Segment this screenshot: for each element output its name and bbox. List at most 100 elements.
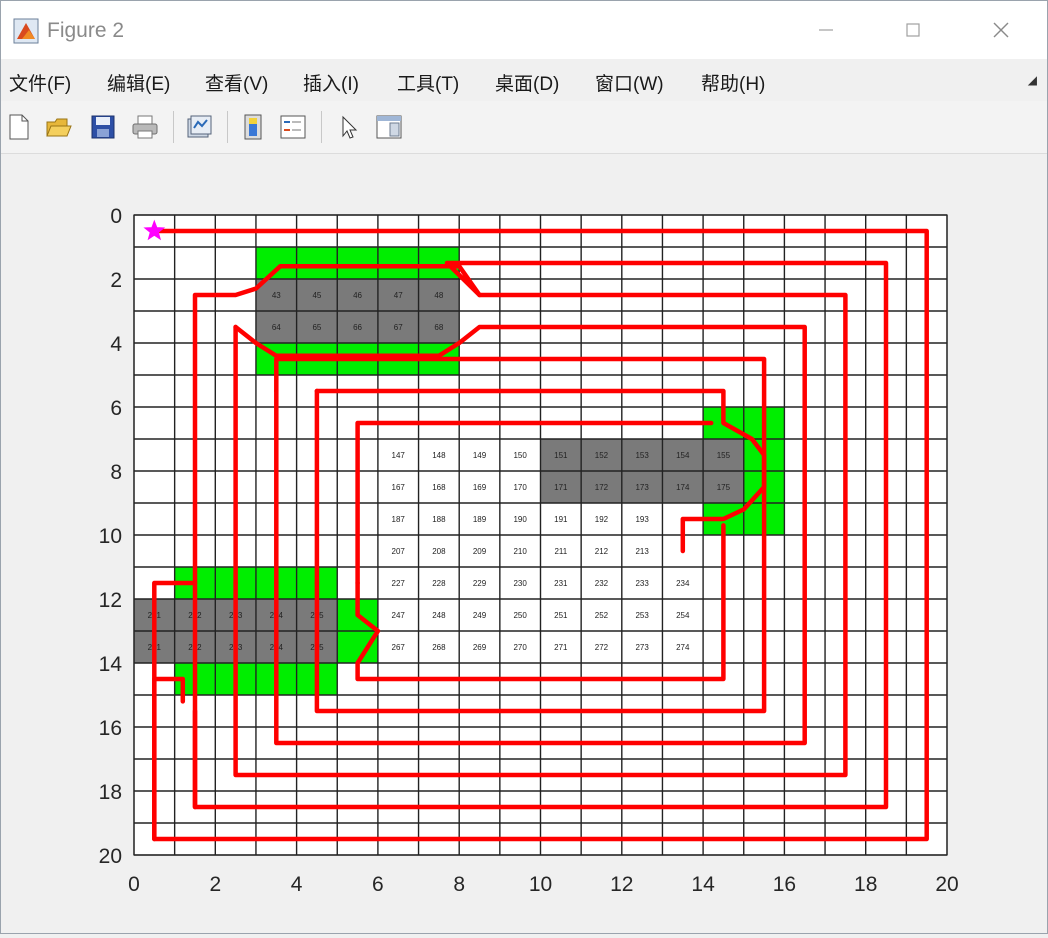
x-tick-label: 2 (209, 873, 221, 896)
menu-insert[interactable]: 插入(I) (303, 69, 359, 96)
menu-window[interactable]: 窗口(W) (595, 69, 664, 96)
title-bar[interactable]: Figure 2 (1, 1, 1047, 59)
property-inspector-icon (376, 115, 402, 139)
x-tick-label: 8 (453, 873, 465, 896)
y-tick-label: 8 (110, 461, 122, 484)
close-icon (993, 22, 1009, 38)
toolbar-separator (321, 111, 322, 143)
x-tick-label: 12 (610, 873, 633, 896)
cell-label: 213 (635, 547, 649, 556)
figure-window: Figure 2 文件(F) 编辑(E) 查看(V) 插入(I) 工具(T) 桌… (0, 0, 1048, 934)
y-tick-label: 20 (99, 845, 122, 868)
minimize-button[interactable] (796, 9, 856, 51)
cell-label: 191 (554, 515, 568, 524)
cell-label: 148 (432, 451, 446, 460)
menu-edit[interactable]: 编辑(E) (107, 69, 170, 96)
cell-label: 48 (434, 291, 443, 300)
link-plot-icon (187, 115, 212, 138)
cell-label: 229 (473, 579, 487, 588)
menu-view[interactable]: 查看(V) (205, 69, 268, 96)
cell-label: 170 (513, 483, 527, 492)
cell-label: 270 (513, 643, 527, 652)
cell-label: 147 (392, 451, 406, 460)
cell-label: 269 (473, 643, 487, 652)
cell-label: 68 (434, 323, 443, 332)
insert-colorbar-icon (244, 114, 262, 140)
insert-colorbar-button[interactable] (237, 111, 269, 143)
cell-label: 267 (392, 643, 406, 652)
close-button[interactable] (971, 9, 1031, 51)
x-tick-label: 6 (372, 873, 384, 896)
cell-label: 43 (272, 291, 281, 300)
cell-label: 253 (635, 611, 649, 620)
save-button[interactable] (87, 111, 119, 143)
cell-label: 172 (595, 483, 609, 492)
cell-label: 230 (513, 579, 527, 588)
cell-label: 231 (554, 579, 568, 588)
cell-label: 271 (554, 643, 568, 652)
cell-label: 274 (676, 643, 690, 652)
cell-label: 192 (595, 515, 609, 524)
cell-label: 168 (432, 483, 446, 492)
cell-label: 227 (392, 579, 406, 588)
menu-file[interactable]: 文件(F) (9, 69, 71, 96)
menu-desktop[interactable]: 桌面(D) (495, 69, 559, 96)
cell-label: 207 (392, 547, 406, 556)
x-tick-label: 10 (529, 873, 552, 896)
cell-label: 64 (272, 323, 281, 332)
x-tick-label: 14 (691, 873, 715, 896)
cell-label: 187 (392, 515, 406, 524)
y-tick-label: 2 (110, 269, 122, 292)
cell-label: 268 (432, 643, 446, 652)
y-tick-label: 14 (99, 653, 123, 676)
x-tick-label: 20 (935, 873, 958, 896)
menu-overflow-icon[interactable]: ◢ (1028, 73, 1037, 87)
insert-legend-button[interactable] (277, 111, 309, 143)
cell-label: 45 (312, 291, 321, 300)
menu-bar: 文件(F) 编辑(E) 查看(V) 插入(I) 工具(T) 桌面(D) 窗口(W… (1, 59, 1047, 101)
cell-label: 47 (394, 291, 403, 300)
cell-label: 210 (513, 547, 527, 556)
cell-label: 173 (635, 483, 649, 492)
new-figure-button[interactable] (3, 111, 35, 143)
cell-label: 167 (392, 483, 406, 492)
cell-label: 171 (554, 483, 568, 492)
cell-label: 190 (513, 515, 527, 524)
save-icon (91, 115, 115, 139)
y-tick-label: 16 (99, 717, 122, 740)
y-tick-label: 6 (110, 397, 122, 420)
cell-label: 272 (595, 643, 609, 652)
y-tick-label: 4 (110, 333, 122, 356)
maximize-button[interactable] (883, 9, 943, 51)
cell-label: 151 (554, 451, 568, 460)
property-inspector-button[interactable] (373, 111, 405, 143)
cell-label: 175 (717, 483, 731, 492)
maximize-icon (906, 23, 920, 37)
insert-legend-icon (280, 115, 306, 139)
window-title: Figure 2 (47, 19, 125, 42)
link-plot-button[interactable] (183, 111, 215, 143)
edit-plot-button[interactable] (333, 111, 365, 143)
figure-canvas[interactable]: 43 45 46 47 48 64 65 66 67 68 147 148 149 150 151 152 15… (1, 154, 1047, 933)
y-tick-label: 18 (99, 781, 122, 804)
menu-help[interactable]: 帮助(H) (701, 69, 765, 96)
y-tick-label: 12 (99, 589, 122, 612)
edit-plot-icon (342, 115, 358, 139)
cell-label: 252 (595, 611, 609, 620)
cell-label: 209 (473, 547, 487, 556)
open-file-button[interactable] (43, 111, 75, 143)
print-button[interactable] (129, 111, 161, 143)
plot-axes[interactable]: 43 45 46 47 4864 65 66 67 68147 148 149 150 151 152 15… (1, 154, 1047, 933)
x-tick-label: 4 (291, 873, 303, 896)
cell-label: 251 (554, 611, 568, 620)
cell-label: 193 (635, 515, 649, 524)
cell-label: 273 (635, 643, 649, 652)
matlab-figure-icon (13, 18, 39, 44)
cell-label: 152 (595, 451, 609, 460)
toolbar (1, 101, 1047, 154)
minimize-icon (819, 29, 833, 31)
menu-tools[interactable]: 工具(T) (397, 69, 459, 96)
cell-label: 212 (595, 547, 609, 556)
cell-label: 232 (595, 579, 609, 588)
x-tick-label: 16 (773, 873, 796, 896)
